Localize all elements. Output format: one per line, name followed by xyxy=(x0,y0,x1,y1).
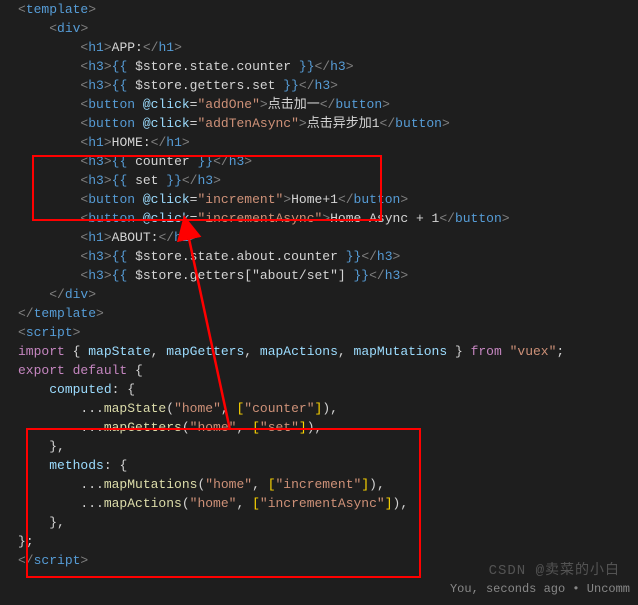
code-line[interactable]: ...mapState("home", ["counter"]), xyxy=(18,399,638,418)
annotation-box-script xyxy=(26,428,421,578)
code-line[interactable]: <h3>{{ $store.state.about.counter }}</h3… xyxy=(18,247,638,266)
code-line[interactable]: <h3>{{ $store.getters.set }}</h3> xyxy=(18,76,638,95)
annotation-box-template xyxy=(32,155,382,221)
code-line[interactable]: </div> xyxy=(18,285,638,304)
code-line[interactable]: <button @click="addOne">点击加一</button> xyxy=(18,95,638,114)
code-line[interactable]: </template> xyxy=(18,304,638,323)
code-line[interactable]: <script> xyxy=(18,323,638,342)
code-line[interactable]: <h3>{{ $store.getters["about/set"] }}</h… xyxy=(18,266,638,285)
code-line[interactable]: <template> xyxy=(18,0,638,19)
git-lens: You, seconds ago • Uncomm xyxy=(450,580,630,599)
code-line[interactable]: import { mapState, mapGetters, mapAction… xyxy=(18,342,638,361)
code-line[interactable]: <button @click="addTenAsync">点击异步加1</but… xyxy=(18,114,638,133)
code-line[interactable]: <div> xyxy=(18,19,638,38)
code-line[interactable]: <h1>APP:</h1> xyxy=(18,38,638,57)
code-line[interactable]: <h1>HOME:</h1> xyxy=(18,133,638,152)
watermark: CSDN @卖菜的小白 xyxy=(489,562,620,581)
code-line[interactable]: <h3>{{ $store.state.counter }}</h3> xyxy=(18,57,638,76)
code-line[interactable]: computed: { xyxy=(18,380,638,399)
code-line[interactable]: export default { xyxy=(18,361,638,380)
code-line[interactable]: <h1>ABOUT:</h1> xyxy=(18,228,638,247)
